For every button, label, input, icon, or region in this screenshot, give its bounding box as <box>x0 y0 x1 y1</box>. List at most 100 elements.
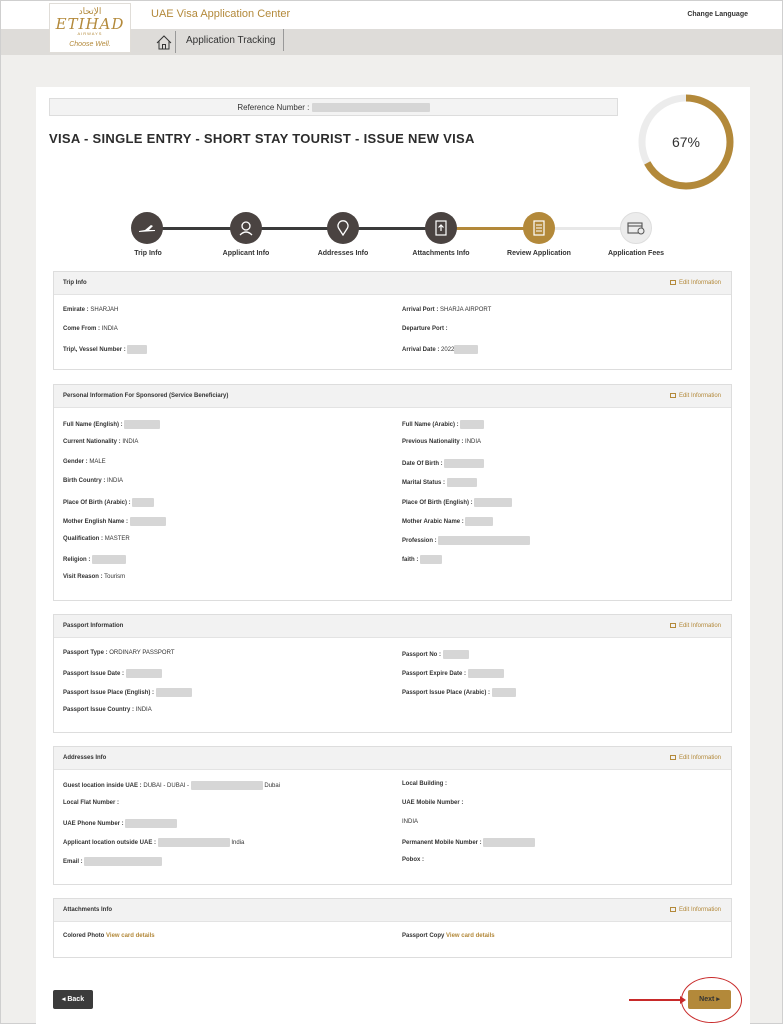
section-title: Passport Information <box>63 623 124 629</box>
redacted-value <box>190 781 263 790</box>
place-of-birth-english-field: Place Of Birth (English) : <box>402 498 513 507</box>
edit-icon <box>669 280 676 285</box>
field-value: DUBAI - DUBAI - <box>143 783 190 790</box>
colored-photo-field: Colored Photo View card details <box>63 933 155 939</box>
field-label: Full Name (Arabic) : <box>402 422 459 429</box>
upload-document-icon <box>435 220 447 236</box>
field-label: Passport Issue Place (Arabic) : <box>402 690 491 697</box>
redacted-value <box>460 420 485 429</box>
step-review-application[interactable] <box>523 212 555 244</box>
field-value: INDIA <box>101 326 118 332</box>
section-header: Addresses Info Edit Information <box>54 747 731 770</box>
view-card-details-link[interactable]: View card details <box>446 933 495 939</box>
pobox-field: Pobox : <box>402 857 424 863</box>
step-attachments-info[interactable] <box>425 212 457 244</box>
field-value: MALE <box>89 459 106 465</box>
edit-information-link[interactable]: Edit Information <box>669 623 721 629</box>
redacted-value <box>446 478 477 487</box>
field-label: Qualification : <box>63 536 104 542</box>
redacted-value <box>132 498 155 507</box>
annotation-circle <box>681 977 742 1023</box>
section-title: Personal Information For Sponsored (Serv… <box>63 393 229 399</box>
field-value: SHARJA AIRPORT <box>440 307 492 313</box>
personal-info-section: Personal Information For Sponsored (Serv… <box>53 384 732 601</box>
edit-information-link[interactable]: Edit Information <box>669 280 721 286</box>
redacted-value <box>474 498 513 507</box>
field-label: Applicant location outside UAE : <box>63 840 157 847</box>
field-label: Departure Port : <box>402 326 448 332</box>
field-label: Pobox : <box>402 857 424 863</box>
edit-link-label: Edit Information <box>678 755 721 761</box>
edit-icon <box>669 623 676 628</box>
redacted-value <box>129 517 166 526</box>
faith-field: faith : <box>402 555 443 564</box>
step-applicant-info[interactable] <box>230 212 262 244</box>
section-header: Personal Information For Sponsored (Serv… <box>54 385 731 408</box>
back-button[interactable]: ◂ Back <box>53 990 93 1009</box>
passport-expire-date-field: Passport Expire Date : <box>402 669 504 678</box>
field-label: Birth Country : <box>63 478 106 484</box>
passport-issue-country-field: Passport Issue Country : INDIA <box>63 707 152 713</box>
field-label: Current Nationality : <box>63 439 121 445</box>
field-label: Date Of Birth : <box>402 461 443 468</box>
step-label-review-application: Review Application <box>507 250 571 257</box>
field-label: UAE Mobile Number : <box>402 800 464 806</box>
uae-mobile-number-field: UAE Mobile Number : <box>402 800 463 806</box>
step-addresses-info[interactable] <box>327 212 359 244</box>
passport-number-field: Passport No : <box>402 650 469 659</box>
marital-status-field: Marital Status : <box>402 478 477 487</box>
mother-english-name-field: Mother English Name : <box>63 517 166 526</box>
full-name-arabic-field: Full Name (Arabic) : <box>402 420 485 429</box>
country-value: INDIA <box>402 819 418 825</box>
redacted-value <box>442 650 469 659</box>
field-label: Mother English Name : <box>63 519 129 526</box>
qualification-field: Qualification : MASTER <box>63 536 130 542</box>
redacted-value <box>467 669 504 678</box>
redacted-value <box>155 688 192 697</box>
field-value: 2022 <box>441 347 455 354</box>
back-button-label: Back <box>67 996 85 1003</box>
come-from-field: Come From : INDIA <box>63 326 118 332</box>
step-application-fees[interactable] <box>620 212 652 244</box>
redacted-value <box>465 517 494 526</box>
field-label: Passport Copy <box>402 933 445 939</box>
guest-location-field: Guest location inside UAE : DUBAI - DUBA… <box>63 781 280 790</box>
redacted-value <box>92 555 127 564</box>
field-label: Profession : <box>402 538 437 545</box>
step-trip-info[interactable] <box>131 212 163 244</box>
field-label: Full Name (English) : <box>63 422 123 429</box>
field-label: UAE Phone Number : <box>63 821 124 828</box>
person-icon <box>239 221 253 236</box>
field-label: Religion : <box>63 557 91 564</box>
date-of-birth-field: Date Of Birth : <box>402 459 485 468</box>
redacted-value <box>157 838 230 847</box>
edit-information-link[interactable]: Edit Information <box>669 393 721 399</box>
religion-field: Religion : <box>63 555 127 564</box>
field-value: Tourism <box>104 574 126 580</box>
previous-nationality-field: Previous Nationality : INDIA <box>402 439 481 445</box>
field-label: faith : <box>402 557 419 564</box>
field-value: INDIA <box>107 478 124 484</box>
chevron-left-icon: ◂ <box>61 996 66 1003</box>
field-label: Place Of Birth (Arabic) : <box>63 500 131 507</box>
visit-reason-field: Visit Reason : Tourism <box>63 574 125 580</box>
step-connector <box>356 227 428 230</box>
redacted-value <box>420 555 443 564</box>
edit-information-link[interactable]: Edit Information <box>669 907 721 913</box>
edit-link-label: Edit Information <box>678 907 721 913</box>
field-label: Mother Arabic Name : <box>402 519 464 526</box>
edit-information-link[interactable]: Edit Information <box>669 755 721 761</box>
view-card-details-link[interactable]: View card details <box>106 933 155 939</box>
section-title: Attachments Info <box>63 907 113 913</box>
full-name-english-field: Full Name (English) : <box>63 420 161 429</box>
step-label-addresses-info: Addresses Info <box>317 250 369 257</box>
redacted-value <box>125 669 162 678</box>
edit-link-label: Edit Information <box>678 280 721 286</box>
field-value: INDIA <box>465 439 482 445</box>
field-value-suffix: India <box>231 840 245 847</box>
passport-issue-place-english-field: Passport Issue Place (English) : <box>63 688 192 697</box>
passport-info-section: Passport Information Edit Information Pa… <box>53 614 732 733</box>
step-label-trip-info: Trip Info <box>134 250 162 257</box>
emirate-field: Emirate : SHARJAH <box>63 307 118 313</box>
passport-type-field: Passport Type : ORDINARY PASSPORT <box>63 650 175 656</box>
